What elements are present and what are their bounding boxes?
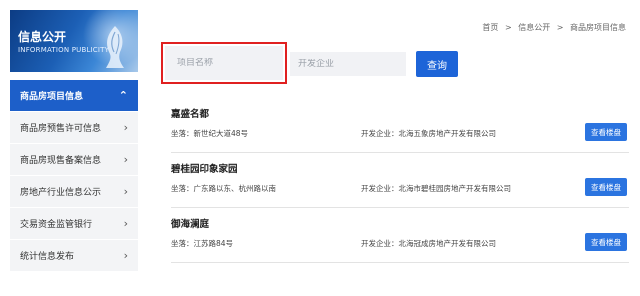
list-item: 御海澜庭 坐落：江苏路84号 开发企业：北海冠成房地产开发有限公司 查看楼盘 (171, 208, 629, 263)
sidebar-item-presale-permit[interactable]: 商品房预售许可信息 › (10, 112, 138, 144)
breadcrumb-separator: > (504, 23, 512, 32)
sidebar-nav: 商品房项目信息 ⌃ 商品房预售许可信息 › 商品房现售备案信息 › 房地产行业信… (10, 80, 138, 272)
list-item: 嘉盛名都 坐落：新世纪大道48号 开发企业：北海五象房地产开发有限公司 查看楼盘 (171, 98, 629, 153)
chevron-right-icon: › (123, 217, 128, 230)
project-name[interactable]: 御海澜庭 (171, 216, 209, 230)
breadcrumb-current: 商品房项目信息 (570, 23, 626, 32)
breadcrumb-info[interactable]: 信息公开 (518, 23, 550, 32)
sidebar-item-project-info[interactable]: 商品房项目信息 ⌃ (10, 80, 138, 112)
project-developer: 开发企业：北海市碧桂园房地产开发有限公司 (361, 184, 511, 193)
banner-subtitle: INFORMATION PUBLICITY (18, 46, 110, 54)
sidebar-item-label: 统计信息发布 (20, 252, 75, 262)
breadcrumb-separator: > (556, 23, 564, 32)
project-name[interactable]: 碧桂园印象家园 (171, 161, 238, 175)
project-address: 坐落：广东路以东、杭州路以南 (171, 184, 276, 193)
chevron-right-icon: › (123, 153, 128, 166)
view-project-button[interactable]: 查看楼盘 (585, 178, 627, 196)
banner-title: 信息公开 (18, 30, 67, 44)
chevron-up-icon: ⌃ (118, 89, 128, 102)
sidebar-item-label: 交易资金监管银行 (20, 220, 93, 230)
project-developer: 开发企业：北海冠成房地产开发有限公司 (361, 239, 496, 248)
project-developer: 开发企业：北海五象房地产开发有限公司 (361, 129, 496, 138)
project-name-field (165, 46, 283, 80)
project-name-input[interactable] (177, 58, 283, 68)
project-address: 坐落：江苏路84号 (171, 239, 234, 248)
sidebar-item-industry-disclosure[interactable]: 房地产行业信息公示 › (10, 176, 138, 208)
chevron-right-icon: › (123, 121, 128, 134)
sidebar-item-label: 房地产行业信息公示 (20, 188, 102, 198)
developer-input[interactable] (298, 59, 406, 69)
project-address: 坐落：新世纪大道48号 (171, 129, 249, 138)
project-name-field-highlight (161, 42, 287, 84)
sidebar-item-statistics[interactable]: 统计信息发布 › (10, 240, 138, 272)
view-project-button[interactable]: 查看楼盘 (585, 123, 627, 141)
breadcrumb-home[interactable]: 首页 (482, 23, 498, 32)
chevron-right-icon: › (123, 185, 128, 198)
sidebar-item-label: 商品房预售许可信息 (20, 124, 102, 134)
chevron-right-icon: › (123, 249, 128, 262)
view-project-button[interactable]: 查看楼盘 (585, 233, 627, 251)
breadcrumb: 首页 > 信息公开 > 商品房项目信息 (480, 22, 628, 33)
project-name[interactable]: 嘉盛名都 (171, 106, 209, 120)
list-item: 碧桂园印象家园 坐落：广东路以东、杭州路以南 开发企业：北海市碧桂园房地产开发有… (171, 153, 629, 208)
sidebar-item-label: 商品房项目信息 (20, 92, 84, 102)
sidebar-item-escrow-bank[interactable]: 交易资金监管银行 › (10, 208, 138, 240)
sidebar-item-label: 商品房现售备案信息 (20, 156, 102, 166)
project-list: 嘉盛名都 坐落：新世纪大道48号 开发企业：北海五象房地产开发有限公司 查看楼盘… (171, 98, 629, 263)
sidebar-item-spot-sale-filing[interactable]: 商品房现售备案信息 › (10, 144, 138, 176)
info-banner: 信息公开 INFORMATION PUBLICITY (10, 10, 138, 72)
search-button[interactable]: 查询 (416, 51, 458, 77)
developer-field (290, 52, 406, 76)
